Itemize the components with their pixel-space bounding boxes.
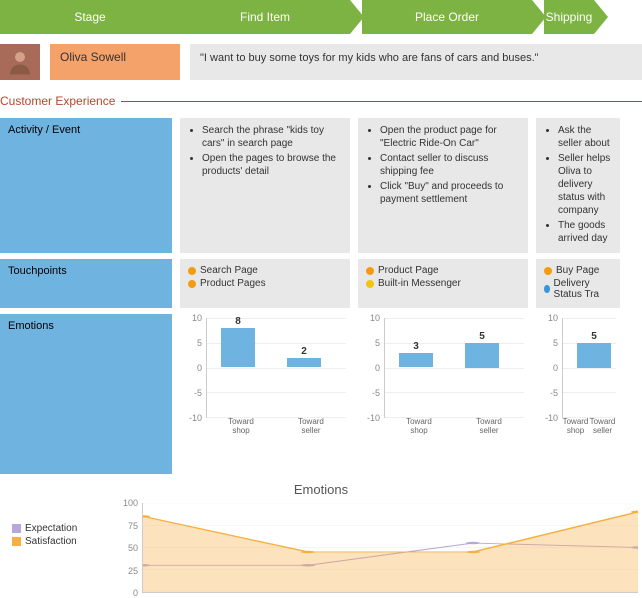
touchpoint-item: Product Page bbox=[366, 265, 520, 276]
touchpoint-cell-3: Buy Page Delivery Status Tra bbox=[536, 259, 620, 308]
list-item: Contact seller to discuss shipping fee bbox=[380, 152, 520, 178]
square-icon bbox=[12, 524, 21, 533]
stage-row: Stage Find Item Place Order Shipping bbox=[0, 0, 642, 34]
legend-satisfaction: Satisfaction bbox=[12, 536, 104, 547]
line-chart: 1007550250 bbox=[116, 503, 642, 593]
touchpoint-text: Buy Page bbox=[556, 265, 599, 276]
touchpoint-item: Built-in Messenger bbox=[366, 278, 520, 289]
persona-row: Oliva Sowell "I want to buy some toys fo… bbox=[0, 44, 642, 80]
touchpoints-row: Touchpoints Search Page Product Pages Pro… bbox=[0, 259, 642, 308]
dot-icon bbox=[366, 280, 374, 288]
touchpoint-cell-2: Product Page Built-in Messenger bbox=[358, 259, 528, 308]
touchpoint-item: Delivery Status Tra bbox=[544, 278, 612, 300]
section-title: Customer Experience bbox=[0, 94, 115, 108]
dot-icon bbox=[366, 267, 374, 275]
emotions-chart-2: 1050-5-1035TowardshopTowardseller bbox=[358, 314, 528, 474]
person-icon bbox=[5, 47, 35, 77]
emotions-label: Emotions bbox=[0, 314, 172, 474]
line-legend: Expectation Satisfaction bbox=[0, 503, 110, 593]
touchpoint-text: Product Page bbox=[378, 265, 439, 276]
list-item: Click "Buy" and proceeds to payment sett… bbox=[380, 180, 520, 206]
dot-icon bbox=[188, 280, 196, 288]
emotions-chart-3: 1050-5-1058TowardshopTowardseller bbox=[536, 314, 620, 474]
dot-icon bbox=[188, 267, 196, 275]
dot-icon bbox=[544, 285, 550, 293]
touchpoint-text: Product Pages bbox=[200, 278, 266, 289]
legend-expectation: Expectation bbox=[12, 523, 104, 534]
activity-cell-2: Open the product page for "Electric Ride… bbox=[358, 118, 528, 253]
stage-header: Stage bbox=[0, 0, 180, 34]
touchpoint-item: Product Pages bbox=[188, 278, 342, 289]
touchpoint-text: Delivery Status Tra bbox=[554, 278, 612, 300]
list-item: Ask the seller about bbox=[558, 124, 612, 150]
activity-cell-1: Search the phrase "kids toy cars" in sea… bbox=[180, 118, 350, 253]
legend-label: Expectation bbox=[25, 523, 77, 534]
emotions-line-title: Emotions bbox=[0, 482, 642, 497]
stage-find-item: Find Item bbox=[180, 0, 350, 34]
list-item: Search the phrase "kids toy cars" in sea… bbox=[202, 124, 342, 150]
touchpoints-label: Touchpoints bbox=[0, 259, 172, 308]
persona-quote: "I want to buy some toys for my kids who… bbox=[190, 44, 642, 80]
list-item: Open the product page for "Electric Ride… bbox=[380, 124, 520, 150]
emotions-chart-1: 1050-5-1082TowardshopTowardseller bbox=[180, 314, 350, 474]
list-item: Seller helps Oliva to delivery status wi… bbox=[558, 152, 612, 217]
activity-cell-3: Ask the seller aboutSeller helps Oliva t… bbox=[536, 118, 620, 253]
touchpoint-item: Buy Page bbox=[544, 265, 612, 276]
touchpoint-cell-1: Search Page Product Pages bbox=[180, 259, 350, 308]
touchpoint-text: Built-in Messenger bbox=[378, 278, 461, 289]
emotions-row: Emotions 1050-5-1082TowardshopTowardsell… bbox=[0, 314, 642, 474]
section-divider bbox=[121, 101, 642, 102]
activity-label: Activity / Event bbox=[0, 118, 172, 253]
legend-label: Satisfaction bbox=[25, 536, 77, 547]
persona-name: Oliva Sowell bbox=[50, 44, 180, 80]
list-item: Open the pages to browse the products' d… bbox=[202, 152, 342, 178]
list-item: The goods arrived day bbox=[558, 219, 612, 245]
stage-shipping: Shipping bbox=[544, 0, 594, 34]
touchpoint-text: Search Page bbox=[200, 265, 258, 276]
stage-place-order: Place Order bbox=[362, 0, 532, 34]
dot-icon bbox=[544, 267, 552, 275]
square-icon bbox=[12, 537, 21, 546]
touchpoint-item: Search Page bbox=[188, 265, 342, 276]
emotions-line-wrap: Expectation Satisfaction 1007550250 bbox=[0, 503, 642, 593]
avatar bbox=[0, 44, 40, 80]
activity-row: Activity / Event Search the phrase "kids… bbox=[0, 118, 642, 253]
section-header: Customer Experience bbox=[0, 94, 642, 108]
